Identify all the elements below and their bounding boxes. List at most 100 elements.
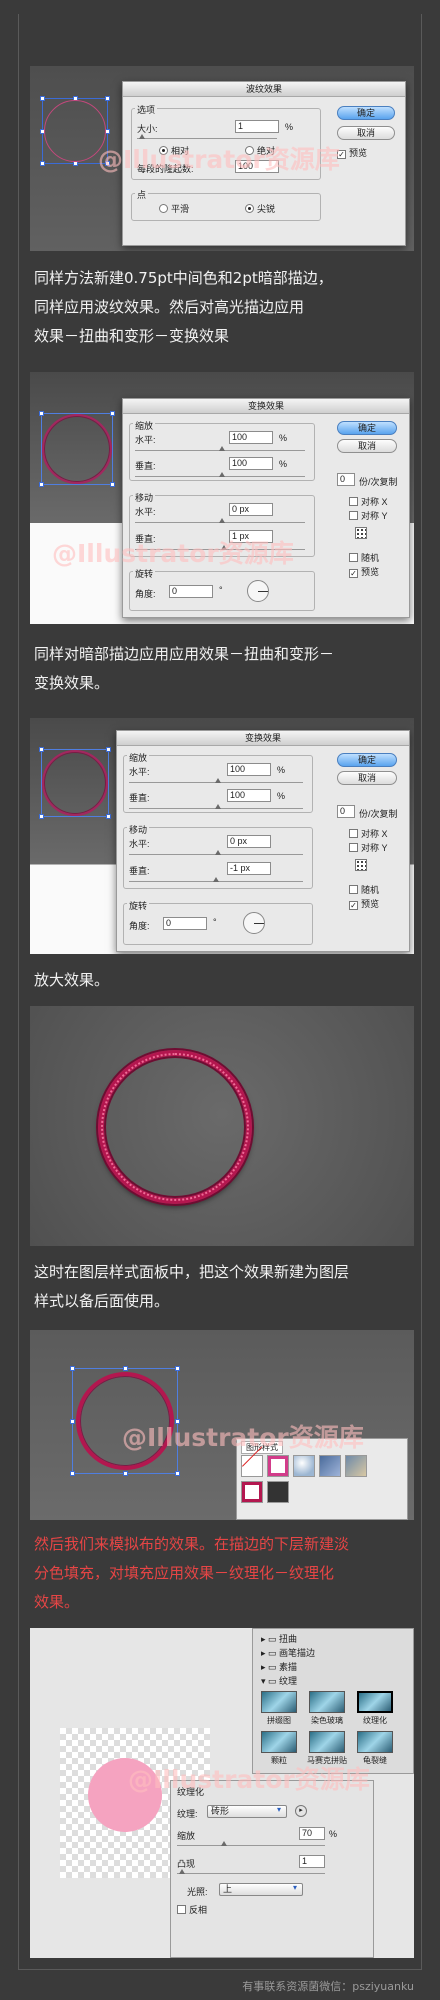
scale-slider[interactable]	[177, 1841, 325, 1846]
move-v-slider[interactable]	[129, 877, 303, 882]
absolute-radio[interactable]: 绝对	[245, 146, 275, 157]
ripple-dialog: 波纹效果 选项 大小: 1 % 相对 绝对 每段的隆起数: 100 点 平滑 尖…	[122, 81, 406, 246]
style-swatch-dark[interactable]	[267, 1481, 289, 1503]
ok-button[interactable]: 确定	[337, 106, 395, 120]
folder-brush-strokes[interactable]: ▸ ▭ 画笔描边	[261, 1647, 315, 1659]
thumb-label-texturizer: 纹理化	[363, 1716, 387, 1725]
size-slider[interactable]	[137, 134, 277, 139]
thumb-texturizer[interactable]	[357, 1691, 393, 1713]
reference-point-icon[interactable]	[355, 859, 367, 871]
copies-input[interactable]: 0	[337, 473, 355, 486]
preview-checkbox[interactable]: ✓ 预览	[337, 148, 367, 159]
reflect-x-checkbox[interactable]: 对称 X	[349, 829, 388, 840]
scale-v-slider[interactable]	[129, 804, 303, 809]
texture-label: 纹理:	[177, 1809, 198, 1819]
cancel-button[interactable]: 取消	[337, 439, 397, 453]
rotate-group	[123, 903, 313, 945]
thumb-stained-glass[interactable]	[309, 1691, 345, 1713]
move-v-input[interactable]: -1 px	[227, 862, 271, 875]
style-swatch-sphere[interactable]	[293, 1455, 315, 1477]
move-v-input[interactable]: 1 px	[229, 530, 273, 543]
thumb-label-stained-glass: 染色玻璃	[311, 1716, 343, 1725]
preview-checkbox[interactable]: ✓ 预览	[349, 899, 379, 910]
angle-unit: °	[219, 585, 223, 595]
folder-distort[interactable]: ▸ ▭ 扭曲	[261, 1633, 297, 1645]
scale-h-slider[interactable]	[135, 446, 305, 451]
light-select[interactable]: 上	[219, 1883, 303, 1896]
folder-texture[interactable]: ▾ ▭ 纹理	[261, 1675, 297, 1687]
caption-4: 这时在图层样式面板中，把这个效果新建为图层 样式以备后面使用。	[34, 1263, 350, 1310]
ridges-input[interactable]: 100	[235, 160, 279, 173]
rotate-label: 旋转	[133, 567, 156, 580]
thumb-patchwork[interactable]	[261, 1691, 297, 1713]
thumb-mosaic-tiles[interactable]	[309, 1731, 345, 1753]
scale-label: 缩放	[177, 1831, 196, 1841]
scale-label: 缩放	[127, 751, 150, 764]
scale-h-unit: %	[279, 433, 288, 443]
invert-checkbox[interactable]: 反相	[177, 1905, 207, 1916]
style-swatch-texture-b[interactable]	[345, 1455, 367, 1477]
scale-v-input[interactable]: 100	[229, 457, 273, 470]
thumb-craquelure[interactable]	[357, 1731, 393, 1753]
scale-h-input[interactable]: 100	[227, 763, 271, 776]
reflect-y-checkbox[interactable]: 对称 Y	[349, 511, 388, 522]
angle-unit: °	[213, 917, 217, 927]
smooth-radio[interactable]: 平滑	[159, 204, 189, 215]
angle-dial[interactable]	[247, 580, 269, 602]
selection-box[interactable]	[70, 1366, 180, 1476]
scale-h-input[interactable]: 100	[229, 431, 273, 444]
move-label: 移动	[127, 823, 150, 836]
reflect-y-checkbox[interactable]: 对称 Y	[349, 843, 388, 854]
scale-v-input[interactable]: 100	[227, 789, 271, 802]
angle-input[interactable]: 0	[169, 585, 213, 598]
folder-sketch[interactable]: ▸ ▭ 素描	[261, 1661, 297, 1673]
caption-5: 然后我们来模拟布的效果。在描边的下层新建淡 分色填充，对填充应用效果－纹理化－纹理…	[34, 1535, 350, 1611]
reference-point-icon[interactable]	[355, 527, 367, 539]
reflect-x-checkbox[interactable]: 对称 X	[349, 497, 388, 508]
angle-label: 角度:	[129, 921, 150, 931]
move-h-input[interactable]: 0 px	[227, 835, 271, 848]
screenshot-transform-2: 变换效果 缩放 水平: 100 % 垂直: 100 % 移动 水平: 0 px …	[30, 718, 414, 954]
screenshot-graphic-styles: 图形样式 @Illustrator资源库	[30, 1330, 414, 1520]
style-swatch-texture-a[interactable]	[319, 1455, 341, 1477]
move-h-slider[interactable]	[135, 518, 305, 523]
selection-box[interactable]	[39, 411, 115, 487]
thumb-label-grain: 颗粒	[271, 1756, 287, 1765]
thumb-grain[interactable]	[261, 1731, 297, 1753]
point-label: 点	[135, 188, 149, 201]
scale-input[interactable]: 70	[299, 1827, 325, 1840]
move-v-slider[interactable]	[135, 545, 305, 550]
scale-v-slider[interactable]	[135, 472, 305, 477]
ok-button[interactable]: 确定	[337, 421, 397, 435]
scale-h-slider[interactable]	[129, 778, 303, 783]
move-h-input[interactable]: 0 px	[229, 503, 273, 516]
relief-slider[interactable]	[177, 1869, 325, 1874]
angle-dial[interactable]	[243, 912, 265, 934]
random-checkbox[interactable]: 随机	[349, 553, 379, 564]
cancel-button[interactable]: 取消	[337, 126, 395, 140]
move-v-label: 垂直:	[129, 866, 150, 876]
cancel-button[interactable]: 取消	[337, 771, 397, 785]
caption-3: 放大效果。	[34, 971, 110, 989]
relief-input[interactable]: 1	[299, 1855, 325, 1868]
scale-h-unit: %	[277, 765, 286, 775]
texture-menu-icon[interactable]: ▸	[295, 1805, 307, 1817]
texture-select[interactable]: 砖形	[207, 1805, 287, 1818]
ok-button[interactable]: 确定	[337, 753, 397, 767]
style-swatch-red-ring[interactable]	[241, 1481, 263, 1503]
selection-box[interactable]	[39, 747, 111, 819]
random-checkbox[interactable]: 随机	[349, 885, 379, 896]
move-h-slider[interactable]	[129, 850, 303, 855]
corner-radio[interactable]: 尖锐	[245, 204, 275, 215]
scale-v-unit: %	[277, 791, 286, 801]
angle-input[interactable]: 0	[163, 917, 207, 930]
relative-radio[interactable]: 相对	[159, 146, 189, 157]
style-swatch-none[interactable]	[241, 1446, 263, 1477]
preview-checkbox[interactable]: ✓ 预览	[349, 567, 379, 578]
panel-tab[interactable]: 图形样式	[241, 1441, 283, 1454]
size-input[interactable]: 1	[235, 120, 279, 133]
size-unit: %	[285, 122, 294, 132]
copies-input[interactable]: 0	[337, 805, 355, 818]
style-swatch-pink-outline[interactable]	[267, 1455, 289, 1477]
thumb-label-craquelure: 龟裂缝	[363, 1756, 387, 1765]
